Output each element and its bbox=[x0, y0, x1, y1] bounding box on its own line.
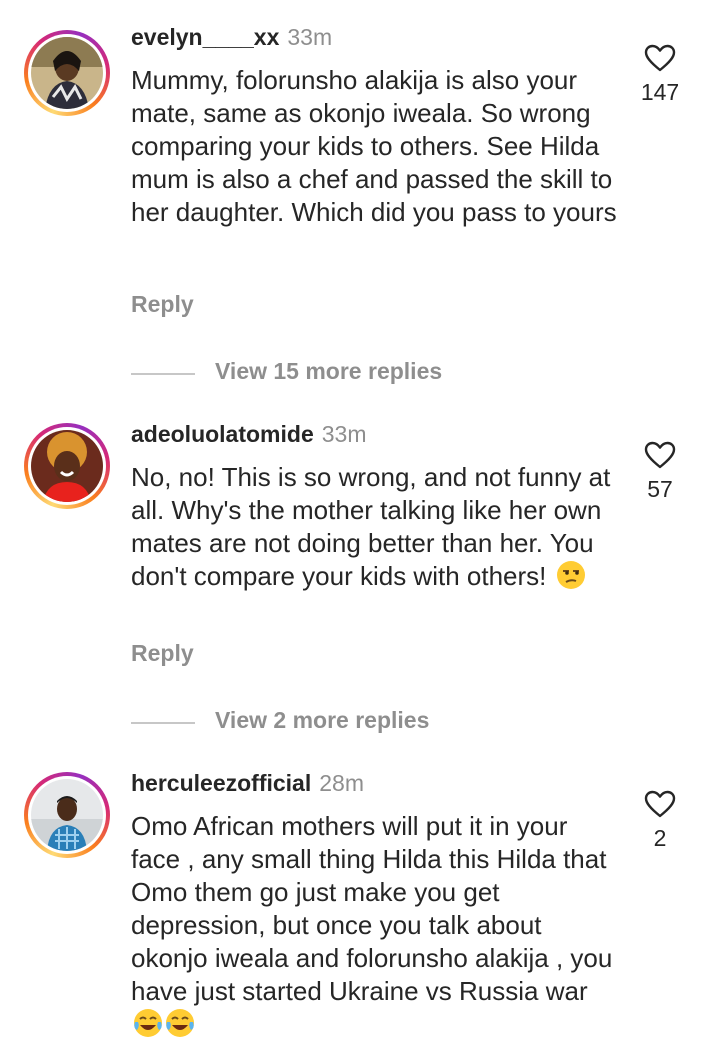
heart-outline-icon[interactable] bbox=[644, 790, 676, 818]
username[interactable]: herculeezofficial bbox=[131, 770, 311, 796]
reply-button[interactable]: Reply bbox=[131, 291, 194, 318]
tears-of-joy-icon bbox=[166, 1009, 194, 1037]
unamused-face-icon bbox=[556, 561, 585, 589]
divider-line bbox=[131, 373, 195, 375]
avatar[interactable] bbox=[24, 423, 110, 509]
like-button[interactable]: 147 bbox=[620, 44, 700, 106]
like-button[interactable]: 2 bbox=[620, 790, 700, 852]
comment-text: Omo African mothers will put it in your … bbox=[131, 810, 621, 1041]
like-count: 147 bbox=[640, 79, 680, 105]
comment-text-body: No, no! This is so wrong, and not funny … bbox=[131, 462, 611, 591]
username[interactable]: evelyn____xx bbox=[131, 24, 279, 50]
comment-header: evelyn____xx 33m bbox=[131, 23, 332, 51]
heart-outline-icon[interactable] bbox=[644, 441, 676, 469]
like-button[interactable]: 57 bbox=[620, 441, 700, 503]
avatar[interactable] bbox=[24, 772, 110, 858]
tears-of-joy-icon bbox=[134, 1009, 162, 1037]
comment-text-body: Omo African mothers will put it in your … bbox=[131, 811, 613, 1006]
comment-text: No, no! This is so wrong, and not funny … bbox=[131, 461, 621, 593]
comment-time: 28m bbox=[319, 770, 364, 796]
comment-text: Mummy, folorunsho alakija is also your m… bbox=[131, 65, 617, 227]
comment-time: 33m bbox=[287, 24, 333, 50]
like-count: 2 bbox=[653, 825, 667, 851]
reply-button[interactable]: Reply bbox=[131, 640, 194, 667]
avatar[interactable] bbox=[24, 30, 110, 116]
username[interactable]: adeoluolatomide bbox=[131, 421, 314, 447]
divider-line bbox=[131, 722, 195, 724]
comment-time: 33m bbox=[321, 421, 367, 447]
heart-outline-icon[interactable] bbox=[644, 44, 676, 72]
comment-header: herculeezofficial 28m bbox=[131, 769, 364, 797]
view-more-replies-label[interactable]: View 2 more replies bbox=[215, 707, 429, 734]
like-count: 57 bbox=[647, 476, 673, 502]
view-more-replies-label[interactable]: View 15 more replies bbox=[215, 358, 442, 385]
comment-header: adeoluolatomide 33m bbox=[131, 420, 367, 448]
